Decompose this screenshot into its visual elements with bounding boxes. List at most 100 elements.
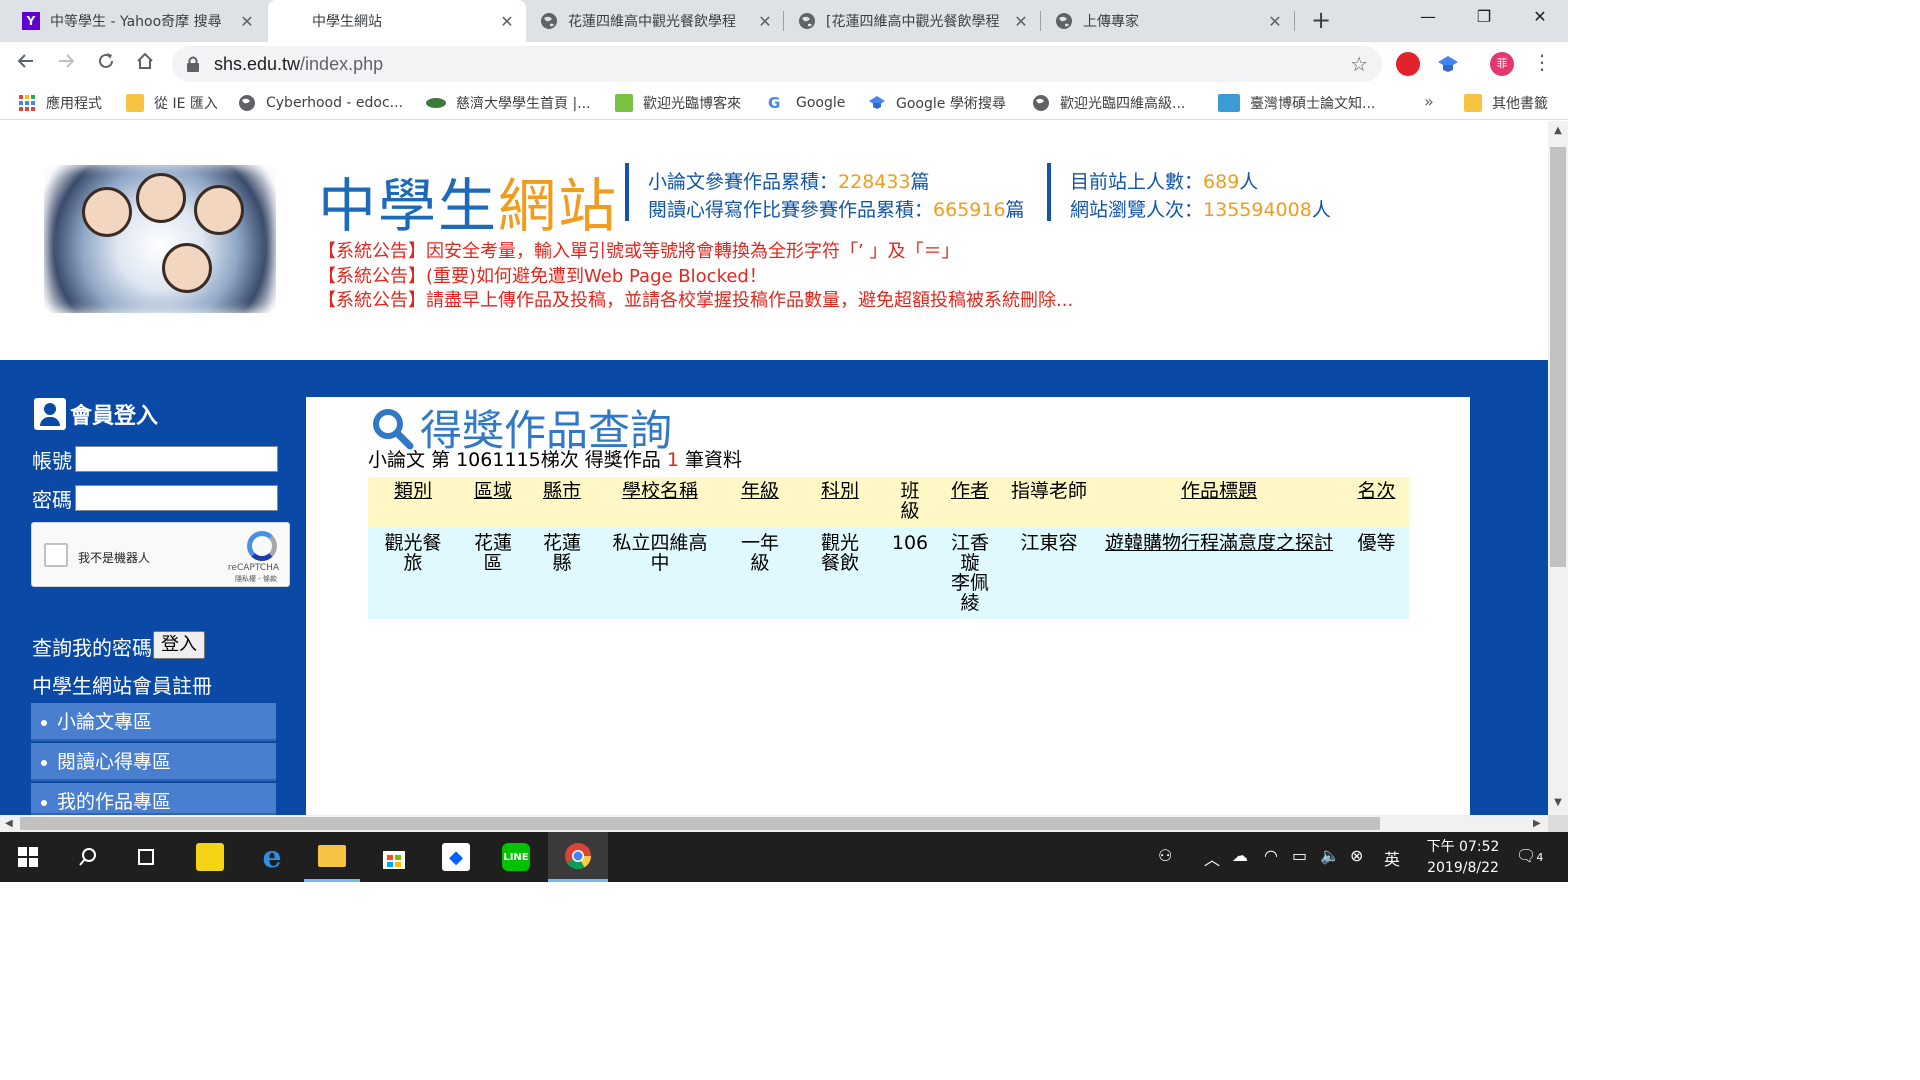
browser-menu-icon[interactable]: ⋮ — [1532, 50, 1552, 74]
system-notice-link[interactable]: 【系統公告】請盡早上傳作品及投稿，並請各校掌握投稿作品數量，避免超額投稿被系統刪… — [318, 286, 1073, 312]
scroll-down-icon[interactable]: ▼ — [1548, 797, 1568, 808]
stat-label: 目前站上人數： — [1070, 171, 1204, 193]
cell-county: 花蓮縣 — [528, 527, 596, 619]
taskbar-dropbox-app[interactable]: ◆ — [428, 832, 484, 882]
address-bar[interactable]: shs.edu.tw/index.php ☆ — [172, 46, 1382, 82]
system-clock[interactable]: 下午 07:52 2019/8/22 — [1418, 837, 1508, 879]
col-rank[interactable]: 名次 — [1344, 477, 1409, 527]
close-tab-icon[interactable]: ✕ — [1264, 12, 1286, 31]
sidebar-item-my-works[interactable]: 我的作品專區 — [31, 783, 276, 815]
bookmark-label: 其他書籤 — [1492, 96, 1548, 112]
scrollbar-thumb[interactable] — [1550, 147, 1566, 567]
close-tab-icon[interactable]: ✕ — [1010, 12, 1032, 31]
col-department[interactable]: 科別 — [796, 477, 884, 527]
volume-icon[interactable]: 🔈 — [1320, 846, 1340, 865]
scrollbar-thumb[interactable] — [20, 817, 1380, 830]
scroll-right-icon[interactable]: ▶ — [1533, 815, 1541, 832]
tab-hualien-2[interactable]: [花蓮四維高中觀光餐飲學程 ✕ — [784, 0, 1040, 42]
recaptcha-checkbox[interactable] — [44, 543, 68, 567]
sidebar-item-essay[interactable]: 小論文專區 — [31, 703, 276, 741]
col-category[interactable]: 類別 — [368, 477, 458, 527]
col-region[interactable]: 區域 — [458, 477, 528, 527]
work-title-link[interactable]: 遊韓購物行程滿意度之探討 — [1094, 527, 1344, 619]
col-county[interactable]: 縣市 — [528, 477, 596, 527]
bookmark-siwei[interactable]: 歡迎光臨四維高級... — [1032, 93, 1185, 113]
taskbar-chrome-app[interactable] — [548, 832, 608, 882]
people-icon[interactable]: ⚇ — [1158, 846, 1172, 865]
status-x-icon[interactable]: ⊗ — [1350, 846, 1363, 865]
bookmarks-more-button[interactable]: » — [1424, 92, 1434, 111]
restore-button[interactable]: ❐ — [1456, 0, 1512, 36]
bullet-icon — [41, 799, 47, 806]
bookmark-ndltd[interactable]: 臺灣博碩士論文知... — [1218, 93, 1375, 113]
recaptcha-label: 我不是機器人 — [78, 551, 151, 565]
task-view-button[interactable] — [118, 832, 174, 882]
tab-hualien-1[interactable]: 花蓮四維高中觀光餐飲學程 ✕ — [526, 0, 784, 42]
taskbar-edge-app[interactable]: e — [244, 832, 300, 882]
tab-upload-expert[interactable]: 上傳專家 ✕ — [1041, 0, 1294, 42]
green-box-icon — [615, 94, 633, 112]
start-button[interactable] — [0, 832, 56, 882]
col-author[interactable]: 作者 — [936, 477, 1004, 527]
forgot-password-link[interactable]: 查詢我的密碼 — [32, 632, 152, 661]
col-school[interactable]: 學校名稱 — [596, 477, 724, 527]
bookmark-cyberhood[interactable]: Cyberhood - edoc... — [238, 93, 403, 113]
site-logo[interactable]: 中學生網站 — [318, 159, 618, 243]
account-input[interactable] — [75, 446, 278, 472]
forward-button[interactable] — [52, 50, 80, 78]
taskbar-explorer-app[interactable] — [304, 832, 360, 882]
col-title[interactable]: 作品標題 — [1094, 477, 1344, 527]
tab-shs-active[interactable]: 中學生網站 ✕ — [268, 0, 526, 42]
system-notice-link[interactable]: 【系統公告】因安全考量，輸入單引號或等號將會轉換為全形字符「’ 」及「＝」 — [318, 237, 959, 263]
close-tab-icon[interactable]: ✕ — [236, 12, 258, 31]
password-input[interactable] — [75, 485, 278, 511]
close-tab-icon[interactable]: ✕ — [754, 12, 776, 31]
tab-yahoo-search[interactable]: Y 中等學生 - Yahoo奇摩 搜尋 ✕ — [8, 0, 266, 42]
onedrive-icon[interactable]: ☁ — [1232, 846, 1248, 865]
new-tab-button[interactable]: + — [1306, 6, 1336, 36]
col-class[interactable]: 班級 — [884, 477, 936, 527]
vertical-scrollbar[interactable]: ▲ ▼ — [1548, 121, 1568, 815]
minimize-button[interactable]: — — [1400, 0, 1456, 36]
taskbar-line-app[interactable]: LINE — [488, 832, 544, 882]
back-button[interactable] — [12, 50, 40, 78]
bookmark-star-icon[interactable]: ☆ — [1350, 52, 1368, 76]
home-button[interactable] — [131, 50, 159, 78]
sidebar-item-reading[interactable]: 閱讀心得專區 — [31, 743, 276, 781]
close-window-button[interactable]: ✕ — [1512, 0, 1568, 36]
extension-red-icon[interactable] — [1396, 52, 1420, 76]
bookmark-other[interactable]: 其他書籤 — [1464, 93, 1548, 113]
taskbar-store-app[interactable] — [366, 832, 422, 882]
bookmark-scholar[interactable]: Google 學術搜尋 — [868, 93, 1006, 113]
profile-avatar[interactable]: 菲 — [1490, 52, 1514, 76]
col-grade[interactable]: 年級 — [724, 477, 796, 527]
scroll-up-icon[interactable]: ▲ — [1548, 125, 1568, 136]
bookmark-apps[interactable]: 應用程式 — [18, 93, 102, 113]
reload-button[interactable] — [92, 50, 120, 78]
show-hidden-icons-icon[interactable]: ︿ — [1204, 846, 1220, 870]
folder-icon — [1464, 94, 1482, 112]
wifi-icon[interactable]: ◠ — [1264, 846, 1278, 865]
login-button[interactable]: 登入 — [153, 631, 205, 659]
dropbox-icon: ◆ — [442, 843, 470, 871]
ime-indicator[interactable]: 英 — [1384, 846, 1400, 870]
taskbar-player-app[interactable] — [182, 832, 238, 882]
bookmark-ie-import[interactable]: 從 IE 匯入 — [126, 93, 218, 113]
bookmark-tzuchi[interactable]: 慈濟大學學生首頁 |... — [426, 93, 591, 113]
action-center-icon[interactable]: 🗨4 — [1516, 846, 1543, 865]
battery-icon[interactable]: ▭ — [1292, 846, 1307, 865]
extension-scholar-icon[interactable] — [1436, 52, 1460, 76]
cell-text: 江香璇 李佩綾 — [950, 532, 989, 614]
system-notice-link[interactable]: 【系統公告】(重要)如何避免遭到Web Page Blocked！ — [318, 262, 767, 288]
magnifier-icon — [373, 408, 414, 449]
close-tab-icon[interactable]: ✕ — [496, 12, 518, 31]
bookmark-books[interactable]: 歡迎光臨博客來 — [615, 93, 741, 113]
bookmark-label: Google 學術搜尋 — [896, 96, 1006, 112]
scroll-left-icon[interactable]: ◀ — [5, 815, 13, 832]
bookmark-google[interactable]: G Google — [768, 93, 845, 113]
search-button[interactable] — [60, 832, 116, 882]
register-link[interactable]: 中學生網站會員註冊 — [32, 670, 212, 699]
folder-icon — [318, 844, 346, 867]
recaptcha-privacy-link[interactable]: 隱私權 - 條款 — [235, 574, 277, 584]
horizontal-scrollbar[interactable]: ◀ ▶ — [0, 815, 1548, 832]
